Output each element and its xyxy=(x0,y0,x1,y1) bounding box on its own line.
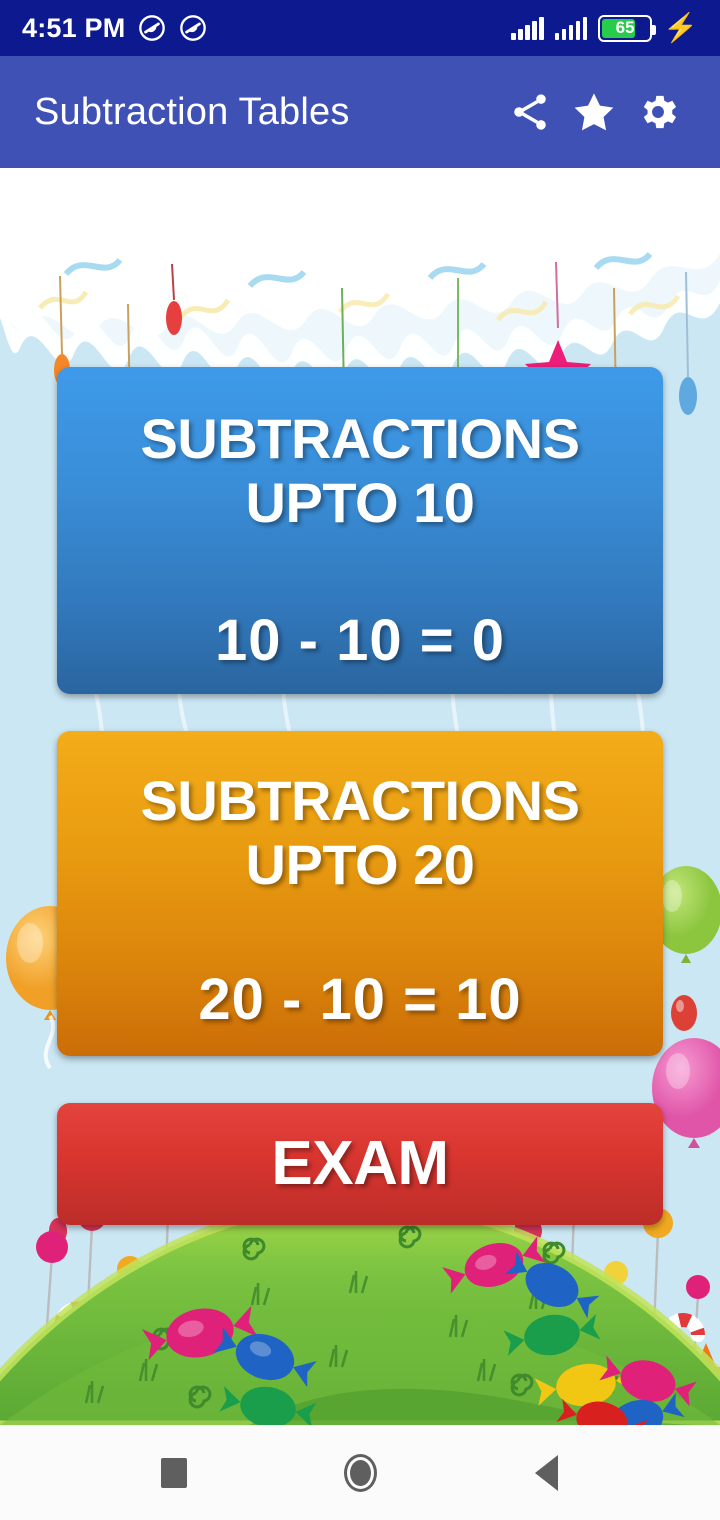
subtractions-upto-20-card[interactable]: SUBTRACTIONS UPTO 20 20 - 10 = 10 xyxy=(57,731,663,1056)
battery-percent-label: 65 xyxy=(615,18,635,37)
circle-icon-fill xyxy=(349,1460,371,1486)
status-bar-right: 65 ⚡ xyxy=(511,14,698,42)
card-title: EXAM xyxy=(271,1128,449,1198)
share-button[interactable] xyxy=(498,80,562,144)
app-bar: Subtraction Tables xyxy=(0,56,720,168)
card-title-line2: UPTO 10 xyxy=(245,470,475,534)
share-icon xyxy=(508,90,552,134)
dnd-icon xyxy=(138,14,166,42)
battery-icon: 65 xyxy=(598,14,657,42)
home-button[interactable] xyxy=(323,1436,397,1510)
card-title-line2: UPTO 20 xyxy=(245,832,475,896)
page-title: Subtraction Tables xyxy=(34,90,350,133)
star-icon xyxy=(571,89,617,135)
card-title-line1: SUBTRACTIONS xyxy=(140,769,580,832)
status-bar-left: 4:51 PM xyxy=(22,13,511,44)
triangle-left-icon xyxy=(534,1455,558,1491)
dnd-icon xyxy=(179,14,207,42)
back-button[interactable] xyxy=(509,1436,583,1510)
signal-icon xyxy=(511,16,544,40)
settings-button[interactable] xyxy=(626,80,690,144)
square-icon xyxy=(161,1458,187,1488)
app-screen: 4:51 PM 65 ⚡ Subtraction Tables SUBTRACT… xyxy=(0,0,720,1520)
card-title: SUBTRACTIONS UPTO 20 xyxy=(57,731,663,897)
exam-button[interactable]: EXAM xyxy=(57,1103,663,1225)
system-navigation-bar xyxy=(0,1425,720,1520)
main-content: SUBTRACTIONS UPTO 10 10 - 10 = 0 SUBTRAC… xyxy=(0,168,720,1425)
card-equation: 20 - 10 = 10 xyxy=(198,966,522,1032)
card-title-line1: SUBTRACTIONS xyxy=(140,407,580,470)
card-equation: 10 - 10 = 0 xyxy=(215,607,505,673)
subtractions-upto-10-card[interactable]: SUBTRACTIONS UPTO 10 10 - 10 = 0 xyxy=(57,367,663,694)
favorite-button[interactable] xyxy=(562,80,626,144)
charging-bolt-icon: ⚡ xyxy=(663,12,698,43)
card-title: SUBTRACTIONS UPTO 10 xyxy=(57,367,663,535)
signal-icon xyxy=(554,16,588,40)
status-bar: 4:51 PM 65 ⚡ xyxy=(0,0,720,56)
status-clock: 4:51 PM xyxy=(22,12,126,43)
circle-icon xyxy=(343,1454,377,1492)
gear-icon xyxy=(635,89,681,135)
recents-button[interactable] xyxy=(137,1436,211,1510)
